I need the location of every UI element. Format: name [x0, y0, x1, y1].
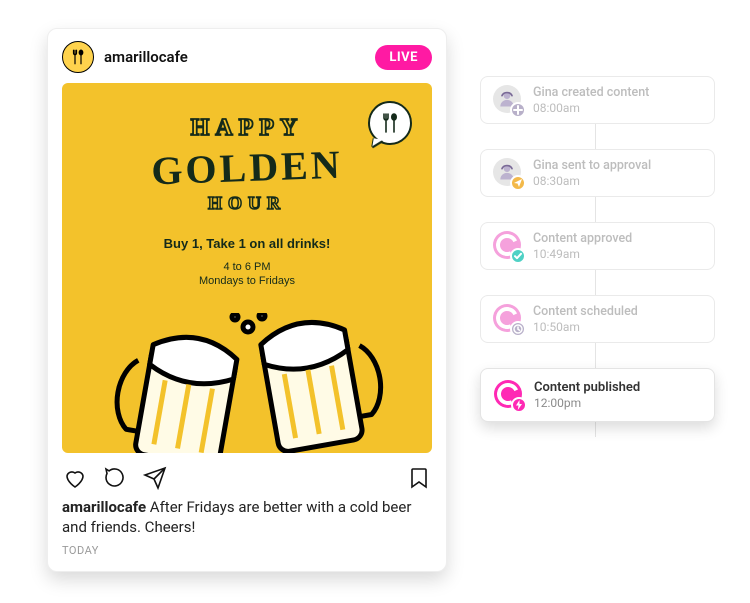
check-badge-icon — [510, 248, 526, 264]
post-caption: amarillocafe After Fridays are better wi… — [48, 497, 446, 542]
event-title: Content scheduled — [533, 304, 638, 319]
event-created[interactable]: Gina created content 08:00am — [480, 76, 715, 124]
event-title: Gina sent to approval — [533, 158, 651, 173]
beer-mugs-illustration — [62, 313, 432, 453]
bookmark-icon — [407, 466, 431, 490]
event-title: Content published — [534, 380, 640, 395]
comment-icon — [103, 466, 127, 490]
profile-avatar[interactable] — [62, 41, 94, 73]
like-button[interactable] — [62, 465, 88, 491]
event-text: Gina sent to approval 08:30am — [533, 158, 651, 188]
flyer-days: Mondays to Fridays — [62, 275, 432, 287]
event-scheduled[interactable]: Content scheduled 10:50am — [480, 295, 715, 343]
flyer-promo: Buy 1, Take 1 on all drinks! — [62, 236, 432, 251]
social-post-card: amarillocafe LIVE HAPPY GOLDEN HOUR Buy … — [47, 28, 447, 572]
event-avatar — [494, 380, 524, 410]
heart-icon — [63, 466, 87, 490]
post-date: TODAY — [48, 542, 446, 571]
post-image[interactable]: HAPPY GOLDEN HOUR Buy 1, Take 1 on all d… — [62, 83, 432, 453]
event-avatar — [493, 231, 523, 261]
event-avatar — [493, 158, 523, 188]
event-approved[interactable]: Content approved 10:49am — [480, 222, 715, 270]
event-avatar — [493, 85, 523, 115]
event-published[interactable]: Content published 12:00pm — [480, 368, 715, 422]
post-action-bar — [48, 453, 446, 497]
event-title: Content approved — [533, 231, 632, 246]
fork-spoon-icon — [69, 48, 87, 66]
event-time: 08:00am — [533, 101, 649, 115]
send-badge-icon — [510, 175, 526, 191]
flyer-line2: GOLDEN — [62, 138, 432, 198]
post-username[interactable]: amarillocafe — [104, 48, 365, 66]
live-badge: LIVE — [375, 45, 432, 70]
activity-timeline: Gina created content 08:00am Gina sent t… — [480, 76, 715, 447]
plus-badge-icon — [510, 102, 526, 118]
event-text: Content scheduled 10:50am — [533, 304, 638, 334]
caption-author[interactable]: amarillocafe — [62, 498, 146, 516]
flyer-line3: HOUR — [62, 193, 432, 214]
send-icon — [143, 466, 167, 490]
flyer-text-block: HAPPY GOLDEN HOUR Buy 1, Take 1 on all d… — [62, 115, 432, 287]
event-text: Content approved 10:49am — [533, 231, 632, 261]
share-button[interactable] — [142, 465, 168, 491]
event-time: 10:50am — [533, 320, 638, 334]
flyer-time: 4 to 6 PM — [62, 261, 432, 273]
flyer-line1: HAPPY — [62, 115, 432, 142]
event-time: 08:30am — [533, 174, 651, 188]
event-time: 10:49am — [533, 247, 632, 261]
post-header: amarillocafe LIVE — [48, 29, 446, 83]
event-title: Gina created content — [533, 85, 649, 100]
event-time: 12:00pm — [534, 396, 640, 410]
event-text: Gina created content 08:00am — [533, 85, 649, 115]
bolt-badge-icon — [511, 397, 527, 413]
event-avatar — [493, 304, 523, 334]
comment-button[interactable] — [102, 465, 128, 491]
event-text: Content published 12:00pm — [534, 380, 640, 410]
clock-badge-icon — [510, 321, 526, 337]
event-approval-sent[interactable]: Gina sent to approval 08:30am — [480, 149, 715, 197]
save-button[interactable] — [406, 465, 432, 491]
